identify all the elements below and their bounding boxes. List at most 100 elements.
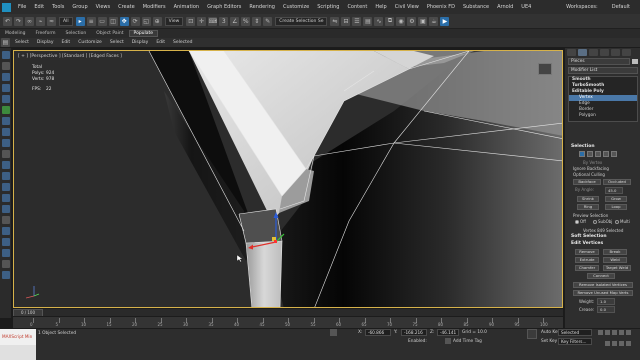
unlink-icon[interactable]: ⌁ — [36, 16, 45, 26]
soft-selection-rollout-header[interactable]: Soft Selection — [571, 234, 607, 239]
add-time-tag[interactable]: Add Time Tag — [453, 339, 482, 344]
ribbon-sub-display[interactable]: Display — [128, 40, 153, 45]
by-angle-checkbox[interactable]: By Angle: — [575, 187, 594, 192]
preview-subobj-radio[interactable]: SubObj — [593, 219, 612, 224]
pivot-center-icon[interactable]: ⊡ — [186, 16, 196, 26]
schematic-view-icon[interactable]: ⧉ — [385, 16, 395, 26]
preview-multi-radio[interactable]: Multi — [615, 219, 630, 224]
place-icon[interactable]: ⊕ — [152, 16, 162, 26]
vertex-mode-icon[interactable] — [579, 151, 585, 157]
angle-snap-icon[interactable]: ∠ — [230, 16, 240, 26]
trackbar[interactable]: 0 5 10 15 20 25 30 35 40 45 50 55 60 65 70 75 80 85 90 95 10… — [13, 316, 563, 328]
by-angle-field[interactable]: 45.0 — [605, 187, 623, 194]
menu-animation[interactable]: Animation — [170, 4, 204, 10]
tab-object-paint[interactable]: Object Paint — [91, 31, 128, 36]
workspaces-dropdown[interactable]: Default — [608, 4, 634, 10]
preview-off-radio[interactable]: Off — [575, 219, 586, 224]
spinner-snap-icon[interactable]: ⇕ — [252, 16, 262, 26]
set-key-big-icon[interactable] — [527, 329, 537, 339]
orbit-icon[interactable] — [612, 341, 617, 346]
go-end-icon[interactable] — [626, 330, 631, 335]
keyboard-shortcut-icon[interactable]: ⌨ — [208, 16, 218, 26]
menu-customize-explorer[interactable]: Customize — [74, 40, 106, 45]
occluded-button[interactable]: Occluded — [603, 179, 631, 185]
scene-explorer-filter-icon[interactable] — [2, 51, 10, 59]
render-icon[interactable]: ▶ — [440, 16, 450, 26]
rectangular-selection-icon[interactable]: ▭ — [97, 16, 107, 26]
play-icon[interactable] — [612, 330, 617, 335]
key-filters-button[interactable]: Key Filters... — [558, 338, 592, 345]
menu-file[interactable]: File — [14, 4, 30, 10]
named-selection-set-dropdown[interactable]: Create Selection Se — [275, 16, 328, 26]
menu-substance[interactable]: Substance — [459, 4, 493, 10]
menu-content[interactable]: Content — [343, 4, 371, 10]
polygon-mode-icon[interactable] — [603, 151, 609, 157]
scene-explorer-left-icon[interactable]: ▤ — [1, 38, 10, 47]
menu-tools[interactable]: Tools — [48, 4, 68, 10]
selection-rollout-header[interactable]: Selection — [571, 144, 595, 149]
ribbon-sub-select[interactable]: Select — [106, 40, 128, 45]
grow-button[interactable]: Grow — [605, 196, 627, 202]
edit-vertices-rollout-header[interactable]: Edit Vertices — [571, 241, 603, 246]
menu-civil-view[interactable]: Civil View — [391, 4, 423, 10]
remove-isolated-vertices-button[interactable]: Remove Isolated Vertices — [573, 282, 633, 288]
ribbon-sub-edit[interactable]: Edit — [152, 40, 169, 45]
select-move-icon[interactable]: ✥ — [119, 16, 129, 26]
menu-phoenix-fd[interactable]: Phoenix FD — [423, 4, 459, 10]
display-helpers-icon[interactable] — [2, 106, 10, 114]
key-mode-dropdown[interactable]: Selected — [558, 329, 592, 336]
viewport-scene[interactable] — [14, 51, 563, 308]
invert-icon[interactable] — [2, 216, 10, 224]
time-slider[interactable]: 0 / 100 — [13, 308, 563, 317]
remove-button[interactable]: Remove — [575, 249, 599, 255]
target-weld-button[interactable]: Target Weld — [603, 265, 631, 271]
backface-button[interactable]: Backface — [573, 179, 601, 185]
menu-ue4[interactable]: UE4 — [517, 4, 535, 10]
display-lights-icon[interactable] — [2, 84, 10, 92]
modifier-list-dropdown[interactable]: Modifier List — [568, 67, 638, 74]
menu-rendering[interactable]: Rendering — [245, 4, 279, 10]
zoom-icon[interactable] — [605, 341, 610, 346]
display-cameras-icon[interactable] — [2, 95, 10, 103]
break-button[interactable]: Break — [603, 249, 627, 255]
select-by-name-icon[interactable]: ≡ — [86, 16, 96, 26]
select-manipulate-icon[interactable]: ✛ — [197, 16, 207, 26]
loop-button[interactable]: Loop — [605, 204, 627, 210]
layer-explorer-icon[interactable]: ☰ — [352, 16, 362, 26]
ribbon-sub-selected[interactable]: Selected — [169, 40, 197, 45]
menu-scripting[interactable]: Scripting — [313, 4, 343, 10]
mirror-icon[interactable]: ⇋ — [330, 16, 340, 26]
z-coordinate-field[interactable]: -46.141 — [437, 329, 459, 336]
display-all-icon[interactable] — [2, 194, 10, 202]
display-tab-icon[interactable] — [611, 49, 620, 56]
maxscript-output[interactable] — [0, 345, 36, 360]
select-object-icon[interactable]: ▸ — [75, 16, 85, 26]
display-shapes-icon[interactable] — [2, 73, 10, 81]
curve-editor-icon[interactable]: ∿ — [374, 16, 384, 26]
display-xrefs-icon[interactable] — [2, 139, 10, 147]
menu-customize[interactable]: Customize — [279, 4, 313, 10]
tab-populate[interactable]: Populate — [128, 30, 159, 37]
sort-icon[interactable] — [2, 260, 10, 268]
menu-select[interactable]: Select — [11, 40, 33, 45]
link-icon[interactable]: ∞ — [25, 16, 34, 26]
undo-icon[interactable]: ↶ — [3, 16, 12, 26]
element-mode-icon[interactable] — [611, 151, 617, 157]
menu-graph-editors[interactable]: Graph Editors — [203, 4, 245, 10]
display-bones-icon[interactable] — [2, 150, 10, 158]
lock-icon[interactable] — [2, 271, 10, 279]
display-none-icon[interactable] — [2, 205, 10, 213]
object-name-field[interactable]: Pieces — [568, 58, 630, 65]
ignore-backfacing-checkbox[interactable]: Ignore Backfacing — [573, 166, 609, 171]
select-rotate-icon[interactable]: ⟳ — [130, 16, 140, 26]
shrink-button[interactable]: Shrink — [577, 196, 599, 202]
extrude-button[interactable]: Extrude — [575, 257, 599, 263]
y-coordinate-field[interactable]: -168.216 — [401, 329, 427, 336]
render-production-icon[interactable]: ☕ — [429, 16, 439, 26]
menu-display[interactable]: Display — [33, 40, 58, 45]
utilities-tab-icon[interactable] — [622, 49, 631, 56]
selection-filter-dropdown[interactable]: All — [59, 16, 73, 26]
create-tab-icon[interactable] — [567, 49, 576, 56]
chamfer-button[interactable]: Chamfer — [575, 265, 599, 271]
align-icon[interactable]: ⊟ — [341, 16, 351, 26]
